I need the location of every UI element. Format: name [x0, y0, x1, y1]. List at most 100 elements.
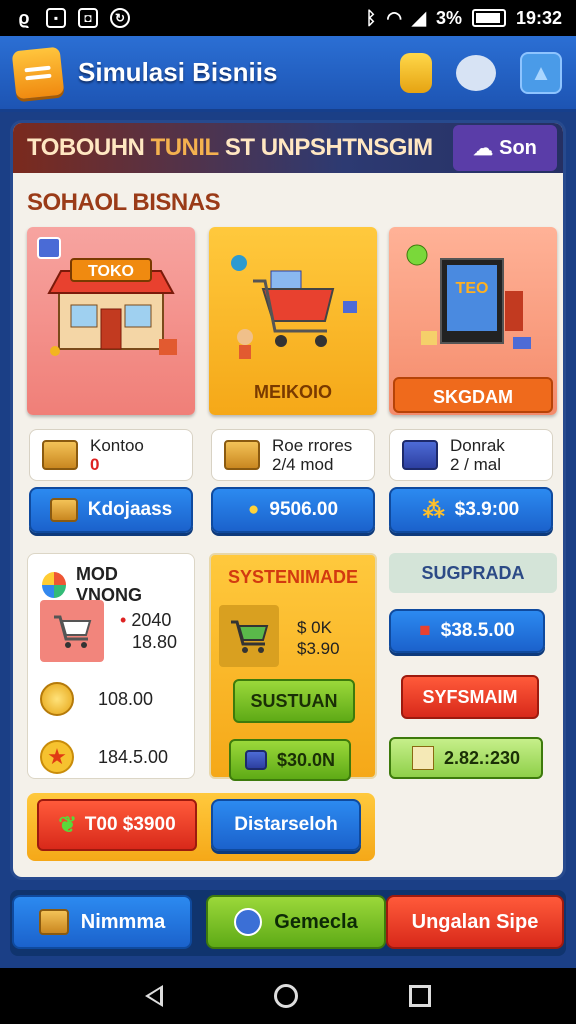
leaf-price-button[interactable]: ❦ T00 $3900 [37, 799, 197, 851]
wifi-icon: ◠ [386, 7, 403, 28]
son-button[interactable]: ☁ Son [453, 125, 557, 171]
button-label: $3.9:00 [454, 499, 520, 520]
info-card-line1: Kontoo [90, 436, 144, 455]
shopping-cart-icon [231, 255, 357, 359]
svg-text:TEO: TEO [456, 280, 489, 297]
main-panel: TOBOUHN TUNIL ST UNPSHTNSGIM ☁ Son SOHAO… [10, 120, 566, 880]
tab-ungalan-sipe[interactable]: Ungalan Sipe [386, 895, 564, 949]
button-label: $38.5.00 [440, 620, 515, 641]
back-icon[interactable] [145, 985, 164, 1007]
business-caption[interactable]: SKGDAM [393, 377, 553, 413]
price-button-2[interactable]: ⁂ $3.9:00 [389, 487, 553, 533]
clock: 19:32 [515, 7, 562, 28]
box-icon [224, 440, 260, 470]
mod-card: MOD VNONG • 2040 18.80 108.00 ★ 184.5.00 [27, 553, 195, 779]
system-card-title: SYSTENIMADE [227, 567, 359, 587]
business-card-toko[interactable]: TOKO [27, 227, 195, 415]
box-icon [42, 440, 78, 470]
tab-label: Nimmma [80, 910, 166, 933]
price-line-2: $3.90 [297, 639, 340, 658]
leaf-icon: ❦ [58, 812, 77, 837]
gift-icon: ■ [419, 620, 431, 641]
crate-icon [49, 498, 78, 522]
button-label: T00 $3900 [84, 814, 176, 835]
badge-icon [37, 237, 61, 259]
banner: TOBOUHN TUNIL ST UNPSHTNSGIM ☁ Son [13, 123, 563, 173]
mod-row-star: ★ 184.5.00 [40, 740, 168, 774]
button-label: Kdojaass [87, 499, 173, 520]
coins-icon[interactable] [400, 52, 432, 93]
price-button-1[interactable]: ● 9506.00 [211, 487, 375, 533]
battery-icon [471, 9, 506, 27]
tab-gemecla[interactable]: Gemecla [206, 895, 386, 949]
button-label: 9506.00 [269, 499, 339, 520]
star-icon: ★ [40, 740, 74, 774]
home-icon[interactable] [520, 51, 562, 94]
mod-row-coin: 108.00 [40, 682, 153, 716]
coins-stack-icon: ⁂ [422, 497, 445, 522]
button-label: 2.82.:230 [443, 747, 521, 768]
son-button-label: Son [499, 136, 537, 159]
sugprada-price-button[interactable]: ■ $38.5.00 [389, 609, 545, 653]
sync-icon: ↻ [110, 8, 130, 28]
syfsmaim-button[interactable]: SYFSMAIM [401, 675, 539, 719]
battery-percent: 3% [435, 7, 462, 28]
signal-icon: ◢ [412, 7, 426, 28]
business-card-skgdam[interactable]: TEO SKGDAM [389, 227, 557, 415]
shop-icon: TOKO [47, 258, 177, 356]
mod-row-value: 2040 [131, 610, 172, 630]
globe-icon [234, 908, 263, 936]
cube-icon [402, 440, 438, 470]
tab-nimmma[interactable]: Nimmma [12, 895, 192, 949]
cart-full-icon [219, 605, 279, 667]
status-bar: ϱ ▪ ◘ ↻ ᛒ ◠ ◢ 3% 19:32 [0, 0, 576, 36]
info-card-line2: 0 [90, 455, 100, 474]
banner-title-part-2: TUNIL [150, 134, 220, 161]
tab-label: Gemecla [274, 910, 358, 933]
recent-apps-icon[interactable] [408, 985, 431, 1007]
system-price: $ 0K $3.90 [297, 617, 340, 659]
app-bar: Simulasi Bisniis [0, 36, 576, 112]
info-card-rores: Roe rrores 2/4 mod [211, 429, 375, 481]
mod-row-value-2: 18.80 [132, 632, 178, 652]
price-line-1: $ 0K [297, 618, 332, 637]
sugprada-green-button[interactable]: 2.82.:230 [389, 737, 543, 779]
gallery-icon: ▪ [46, 8, 66, 28]
business-caption: MEIKOIO [253, 382, 332, 402]
app-title: Simulasi Bisniis [78, 57, 278, 87]
notification-icon: ϱ [18, 7, 30, 28]
price-green-button[interactable]: $30.0N [229, 739, 351, 781]
crate-icon [38, 909, 69, 935]
business-card-meikoio[interactable]: MEIKOIO [209, 227, 377, 415]
info-card-line1: Donrak [450, 436, 505, 455]
distarseloh-button[interactable]: Distarseloh [211, 799, 361, 851]
mod-row-cart: • 2040 18.80 [40, 600, 177, 662]
info-card-line1: Roe rrores [272, 436, 353, 455]
svg-text:TOKO: TOKO [88, 263, 134, 280]
banner-title: TOBOUHN TUNIL ST UNPSHTNSGIM [27, 134, 433, 162]
bottom-tab-bar: Nimmma Gemecla Ungalan Sipe [10, 890, 566, 956]
banner-title-part-3: ST UNPSHTNSGIM [224, 134, 433, 161]
button-label: $30.0N [276, 749, 336, 770]
section-title: SOHAOL BISNAS [27, 189, 221, 216]
sustuan-button[interactable]: SUSTUAN [233, 679, 355, 723]
digital-store-icon: TEO [406, 244, 531, 349]
note-icon [411, 746, 434, 770]
cloud-small-icon: ☁ [473, 137, 494, 160]
sugprada-title: SUGPRADA [389, 553, 557, 593]
button-label: Distarseloh [234, 814, 338, 835]
button-label: SYFSMAIM [422, 686, 518, 707]
cart-icon [40, 600, 104, 662]
banner-title-part-1: TOBOUHN [27, 134, 145, 161]
button-label: SUSTUAN [250, 690, 338, 711]
kdojaass-button[interactable]: Kdojaass [29, 487, 193, 533]
mod-row-value: 184.5.00 [98, 746, 169, 767]
photo-icon: ◘ [78, 8, 98, 28]
ball-icon [42, 572, 66, 598]
home-circle-icon[interactable] [273, 984, 298, 1008]
cube-icon [244, 750, 267, 770]
bluetooth-icon: ᛒ [365, 7, 377, 28]
mod-row-value: 108.00 [98, 688, 154, 709]
cloud-icon[interactable] [456, 54, 496, 91]
app-logo-icon [11, 46, 65, 99]
